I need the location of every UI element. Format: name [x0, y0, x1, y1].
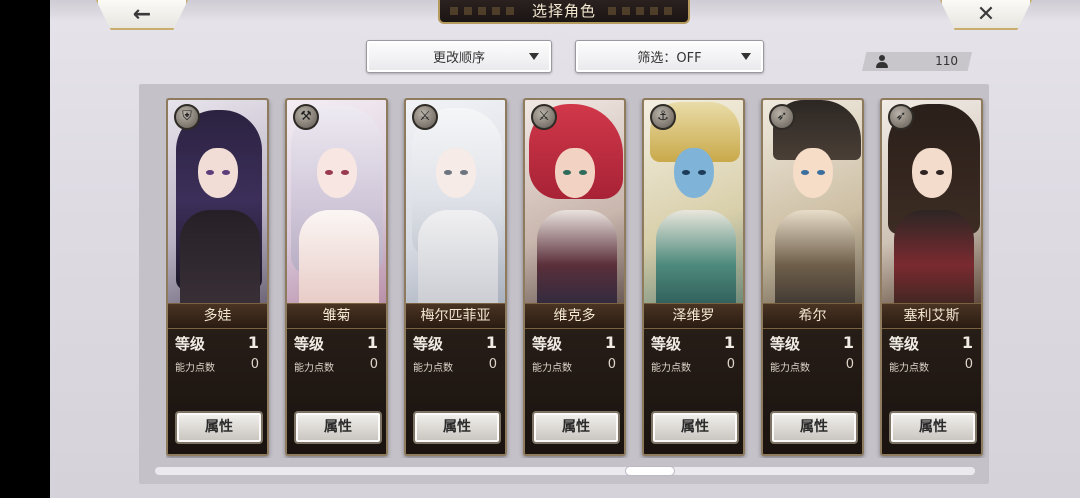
- ability-points-label: 能力点数: [294, 363, 334, 374]
- chevron-down-icon: [529, 53, 539, 60]
- ability-points-value: 0: [964, 357, 973, 372]
- level-value: 1: [842, 333, 854, 352]
- attributes-button[interactable]: 属性: [175, 411, 263, 444]
- sword-icon: ⚔: [412, 104, 438, 130]
- character-card[interactable]: ⚒ 雏菊 等级 1 能力点数 0 属性: [285, 98, 388, 456]
- ability-points-label: 能力点数: [651, 363, 691, 374]
- attributes-button[interactable]: 属性: [889, 411, 977, 444]
- level-label: 等级: [413, 335, 444, 353]
- character-portrait: [644, 100, 743, 305]
- character-count-value: 110: [935, 54, 958, 68]
- sort-order-dropdown[interactable]: 更改顺序: [366, 40, 552, 73]
- character-stats: 等级 1 能力点数 0 属性: [287, 329, 386, 454]
- ability-points-value: 0: [607, 357, 616, 372]
- scroll-thumb[interactable]: [625, 466, 675, 476]
- character-card[interactable]: ⚓ 泽维罗 等级 1 能力点数 0 属性: [642, 98, 745, 456]
- character-name: 多娃: [168, 303, 267, 329]
- character-portrait: [168, 100, 267, 305]
- level-label: 等级: [532, 335, 563, 353]
- game-screen: ← 选择角色 ✕ 更改顺序 筛选：OFF 110 ⛨ 多娃 等级 1 能力点数 …: [50, 0, 1080, 498]
- character-name: 维克多: [525, 303, 624, 329]
- character-name: 塞利艾斯: [882, 303, 981, 329]
- character-portrait: [763, 100, 862, 305]
- shield-icon: ⛨: [174, 104, 200, 130]
- level-value: 1: [366, 333, 378, 352]
- character-card[interactable]: ➶ 希尔 等级 1 能力点数 0 属性: [761, 98, 864, 456]
- ability-points-label: 能力点数: [770, 363, 810, 374]
- bow-icon: ➶: [888, 104, 914, 130]
- chevron-down-icon: [741, 53, 751, 60]
- level-label: 等级: [651, 335, 682, 353]
- attributes-button[interactable]: 属性: [294, 411, 382, 444]
- character-card[interactable]: ⚔ 维克多 等级 1 能力点数 0 属性: [523, 98, 626, 456]
- character-portrait: [406, 100, 505, 305]
- horizontal-scrollbar[interactable]: [155, 467, 975, 475]
- character-count: 110: [862, 52, 972, 71]
- level-label: 等级: [770, 335, 801, 353]
- filter-dropdown[interactable]: 筛选：OFF: [575, 40, 764, 73]
- screen-title: 选择角色: [438, 0, 690, 24]
- character-portrait: [287, 100, 386, 305]
- hammer-icon: ⚒: [293, 104, 319, 130]
- character-card-strip[interactable]: ⛨ 多娃 等级 1 能力点数 0 属性 ⚒ 雏菊 等级 1 能力点数 0 属性 …: [166, 98, 989, 458]
- sword-icon: ⚔: [531, 104, 557, 130]
- axe-icon: ⚓: [650, 104, 676, 130]
- character-portrait: [882, 100, 981, 305]
- level-value: 1: [485, 333, 497, 352]
- character-card[interactable]: ➶ 塞利艾斯 等级 1 能力点数 0 属性: [880, 98, 983, 456]
- character-name: 泽维罗: [644, 303, 743, 329]
- character-stats: 等级 1 能力点数 0 属性: [168, 329, 267, 454]
- attributes-button[interactable]: 属性: [413, 411, 501, 444]
- close-button[interactable]: ✕: [940, 0, 1032, 30]
- attributes-button[interactable]: 属性: [532, 411, 620, 444]
- person-icon: [876, 55, 888, 68]
- ability-points-value: 0: [369, 357, 378, 372]
- character-name: 雏菊: [287, 303, 386, 329]
- character-card[interactable]: ⚔ 梅尔匹菲亚 等级 1 能力点数 0 属性: [404, 98, 507, 456]
- character-name: 希尔: [763, 303, 862, 329]
- attributes-button[interactable]: 属性: [651, 411, 739, 444]
- character-list-panel: ⛨ 多娃 等级 1 能力点数 0 属性 ⚒ 雏菊 等级 1 能力点数 0 属性 …: [139, 84, 989, 484]
- level-value: 1: [604, 333, 616, 352]
- character-portrait: [525, 100, 624, 305]
- ability-points-value: 0: [845, 357, 854, 372]
- level-value: 1: [961, 333, 973, 352]
- ability-points-value: 0: [250, 357, 259, 372]
- character-stats: 等级 1 能力点数 0 属性: [882, 329, 981, 454]
- ability-points-label: 能力点数: [413, 363, 453, 374]
- filter-label: 筛选：OFF: [637, 51, 702, 66]
- ability-points-label: 能力点数: [889, 363, 929, 374]
- close-icon: ✕: [976, 1, 996, 27]
- attributes-button[interactable]: 属性: [770, 411, 858, 444]
- ability-points-value: 0: [726, 357, 735, 372]
- sort-order-label: 更改顺序: [432, 51, 485, 66]
- character-stats: 等级 1 能力点数 0 属性: [406, 329, 505, 454]
- character-name: 梅尔匹菲亚: [406, 303, 505, 329]
- ability-points-label: 能力点数: [532, 363, 572, 374]
- level-value: 1: [247, 333, 259, 352]
- level-label: 等级: [294, 335, 325, 353]
- back-arrow-icon: ←: [132, 1, 152, 27]
- ability-points-label: 能力点数: [175, 363, 215, 374]
- ability-points-value: 0: [488, 357, 497, 372]
- level-value: 1: [723, 333, 735, 352]
- back-button[interactable]: ←: [96, 0, 188, 30]
- character-card[interactable]: ⛨ 多娃 等级 1 能力点数 0 属性: [166, 98, 269, 456]
- character-stats: 等级 1 能力点数 0 属性: [644, 329, 743, 454]
- level-label: 等级: [175, 335, 206, 353]
- level-label: 等级: [889, 335, 920, 353]
- character-stats: 等级 1 能力点数 0 属性: [763, 329, 862, 454]
- bow-icon: ➶: [769, 104, 795, 130]
- character-stats: 等级 1 能力点数 0 属性: [525, 329, 624, 454]
